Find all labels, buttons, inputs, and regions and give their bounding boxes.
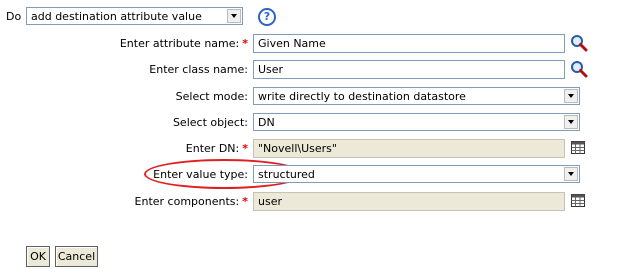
select-object-select[interactable]: DN	[253, 113, 580, 131]
select-object-label: Select object:	[172, 116, 248, 129]
select-mode-label: Select mode:	[175, 90, 248, 103]
calendar-builder-icon[interactable]	[571, 194, 585, 207]
select-mode-value: write directly to destination datastore	[258, 90, 466, 103]
class-name-field[interactable]: User	[253, 60, 565, 79]
required-marker: *	[242, 37, 248, 50]
class-name-label: Enter class name:	[149, 63, 248, 76]
attribute-name-value: Given Name	[258, 37, 326, 50]
value-type-select[interactable]: structured	[253, 165, 580, 183]
action-select[interactable]: add destination attribute value	[26, 7, 243, 25]
dn-field[interactable]: "Novell\Users"	[253, 139, 565, 158]
dn-value: "Novell\Users"	[258, 142, 337, 155]
chevron-down-icon[interactable]	[564, 115, 578, 129]
value-type-value: structured	[258, 168, 315, 181]
cancel-button[interactable]: Cancel	[55, 246, 98, 267]
help-icon[interactable]: ?	[258, 8, 276, 26]
chevron-down-icon[interactable]	[227, 9, 241, 23]
select-object-value: DN	[258, 116, 275, 129]
attribute-name-label: Enter attribute name: *	[119, 37, 248, 50]
components-field[interactable]: user	[253, 192, 565, 211]
action-select-value: add destination attribute value	[31, 10, 202, 23]
required-marker: *	[242, 195, 248, 208]
search-icon[interactable]	[570, 60, 588, 78]
chevron-down-icon[interactable]	[564, 167, 578, 181]
chevron-down-icon[interactable]	[564, 89, 578, 103]
select-mode-select[interactable]: write directly to destination datastore	[253, 87, 580, 105]
attribute-name-field[interactable]: Given Name	[253, 34, 565, 53]
calendar-builder-icon[interactable]	[571, 141, 585, 154]
value-type-label: Enter value type:	[153, 168, 248, 181]
ok-button[interactable]: OK	[26, 246, 50, 267]
components-label: Enter components: *	[134, 195, 248, 208]
class-name-value: User	[258, 63, 284, 76]
dn-label: Enter DN: *	[185, 142, 248, 155]
required-marker: *	[242, 142, 248, 155]
search-icon[interactable]	[570, 34, 588, 52]
components-value: user	[258, 195, 282, 208]
do-label: Do	[6, 10, 22, 23]
